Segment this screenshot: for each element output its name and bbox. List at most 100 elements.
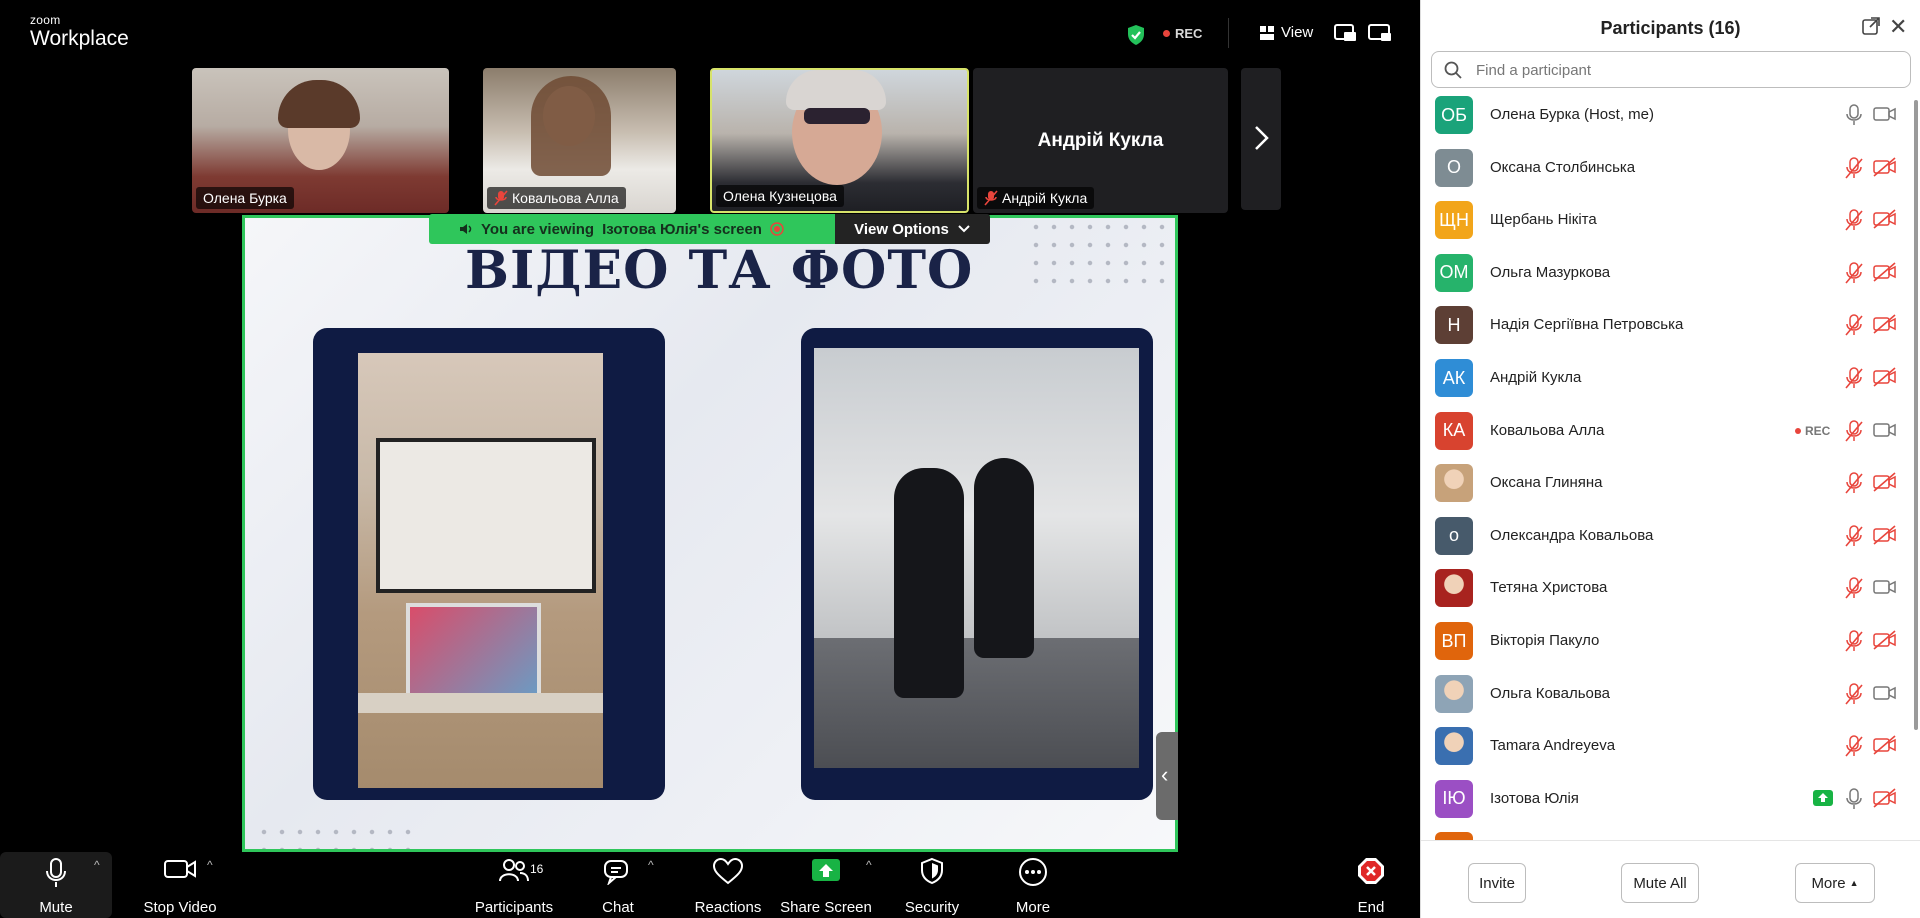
participant-video-status[interactable] bbox=[1873, 525, 1897, 550]
security-label: Security bbox=[904, 899, 960, 916]
fullscreen-icon[interactable] bbox=[1368, 23, 1392, 43]
participant-mic-status[interactable] bbox=[1845, 630, 1863, 657]
more-options-button[interactable]: More ▲ bbox=[1795, 863, 1875, 903]
participant-video-status[interactable] bbox=[1873, 209, 1897, 234]
video-off-icon bbox=[1873, 525, 1896, 545]
mute-all-button[interactable]: Mute All bbox=[1621, 863, 1699, 903]
participant-video-status[interactable] bbox=[1873, 314, 1897, 339]
chat-button[interactable]: Chat bbox=[588, 852, 648, 918]
video-thumbnail-camera-off[interactable]: Андрій Кукла Андрій Кукла bbox=[973, 68, 1228, 213]
security-button[interactable]: Security bbox=[888, 852, 976, 918]
participant-search bbox=[1431, 51, 1911, 88]
share-screen-button[interactable]: Share Screen bbox=[778, 852, 874, 918]
thumbnail-big-name: Андрій Кукла bbox=[1037, 130, 1164, 151]
participant-row[interactable]: Н Надія Сергіївна Петровська bbox=[1421, 302, 1920, 354]
participant-row[interactable]: Ольга Ковальова bbox=[1421, 671, 1920, 723]
participant-video-status[interactable] bbox=[1873, 472, 1897, 497]
participant-video-status[interactable] bbox=[1873, 735, 1897, 760]
participant-mic-status[interactable] bbox=[1845, 735, 1863, 762]
participant-mic-status[interactable] bbox=[1845, 156, 1863, 184]
record-circle-icon bbox=[770, 222, 784, 236]
participant-row[interactable]: ІЮ Ізотова Юлія bbox=[1421, 776, 1920, 828]
participant-mic-status[interactable] bbox=[1845, 419, 1863, 447]
participant-mic-status[interactable] bbox=[1845, 314, 1863, 341]
chat-icon bbox=[604, 860, 628, 885]
participant-row-partial[interactable] bbox=[1421, 828, 1920, 840]
microphone-icon bbox=[1846, 788, 1862, 809]
participant-mic-status[interactable] bbox=[1845, 472, 1863, 499]
collapse-panel-tab[interactable]: ‹ bbox=[1156, 732, 1178, 820]
participant-initials-avatar: о bbox=[1435, 516, 1473, 555]
search-input[interactable] bbox=[1476, 58, 1896, 82]
participant-name: Тетяна Христова bbox=[1490, 579, 1608, 597]
reactions-button[interactable]: Reactions bbox=[680, 852, 776, 918]
participant-mic-status[interactable] bbox=[1845, 262, 1863, 289]
participant-video-status[interactable] bbox=[1873, 577, 1897, 602]
participant-video-status[interactable] bbox=[1873, 788, 1897, 813]
participant-mic-status[interactable] bbox=[1845, 788, 1863, 815]
participant-mic-status[interactable] bbox=[1845, 367, 1863, 394]
participants-list: ОБ Олена Бурка (Host, me) О Оксана Столбинс… bbox=[1421, 92, 1920, 840]
participant-photo-avatar bbox=[1435, 569, 1473, 608]
stop-video-button[interactable]: Stop Video bbox=[124, 852, 236, 918]
participant-row[interactable]: о Олександра Ковальова bbox=[1421, 513, 1920, 565]
video-off-icon bbox=[1873, 262, 1896, 282]
picture-in-picture-icon[interactable] bbox=[1334, 23, 1358, 43]
muted-mic-icon bbox=[1845, 525, 1863, 547]
chat-options-caret[interactable]: ^ bbox=[648, 858, 654, 872]
participant-row[interactable]: Tamara Andreyeva bbox=[1421, 723, 1920, 775]
participant-mic-status[interactable] bbox=[1845, 525, 1863, 552]
participant-mic-status[interactable] bbox=[1845, 104, 1863, 131]
participant-row[interactable]: ОМ Ольга Мазуркова bbox=[1421, 250, 1920, 302]
participant-initials-avatar: ОБ bbox=[1435, 96, 1473, 134]
muted-mic-icon bbox=[1845, 419, 1863, 442]
slide-photo-frame-left bbox=[313, 328, 665, 800]
participant-row[interactable]: ВП Вікторія Пакуло bbox=[1421, 618, 1920, 670]
next-thumbnails-button[interactable] bbox=[1241, 68, 1281, 210]
audio-options-caret[interactable]: ^ bbox=[94, 858, 100, 872]
participant-row[interactable]: О Оксана Столбинська bbox=[1421, 145, 1920, 197]
participant-name: Олександра Ковальова bbox=[1490, 526, 1654, 544]
photo-desk bbox=[358, 693, 603, 713]
pop-out-icon[interactable] bbox=[1861, 16, 1881, 36]
participant-mic-status[interactable] bbox=[1845, 682, 1863, 710]
mute-label: Mute bbox=[39, 899, 73, 916]
participant-video-status[interactable] bbox=[1873, 262, 1897, 287]
participant-row[interactable]: ОБ Олена Бурка (Host, me) bbox=[1421, 92, 1920, 144]
invite-button[interactable]: Invite bbox=[1468, 863, 1526, 903]
share-options-caret[interactable]: ^ bbox=[866, 858, 872, 872]
participant-row[interactable]: Тетяна Христова bbox=[1421, 565, 1920, 617]
video-thumbnail-active-speaker[interactable]: Олена Кузнецова bbox=[710, 68, 969, 213]
participant-video-status[interactable] bbox=[1873, 683, 1897, 708]
video-thumbnail[interactable]: Ковальова Алла bbox=[483, 68, 676, 213]
video-thumbnail[interactable]: Олена Бурка bbox=[192, 68, 449, 213]
close-icon[interactable]: ✕ bbox=[1889, 14, 1907, 40]
encryption-shield-icon[interactable] bbox=[1126, 24, 1146, 46]
participant-row[interactable]: АК Андрій Кукла bbox=[1421, 355, 1920, 407]
participant-video-status[interactable] bbox=[1873, 420, 1897, 445]
grid-view-icon bbox=[1260, 25, 1274, 40]
view-options-button[interactable]: View Options bbox=[835, 214, 990, 244]
scrollbar-thumb[interactable] bbox=[1914, 100, 1918, 730]
participant-row[interactable]: Оксана Глиняна bbox=[1421, 460, 1920, 512]
view-button[interactable]: View bbox=[1260, 24, 1313, 41]
end-meeting-button[interactable]: End bbox=[1346, 852, 1396, 918]
participant-row[interactable]: КА Ковальова Алла REC bbox=[1421, 408, 1920, 460]
participant-mic-status[interactable] bbox=[1845, 209, 1863, 236]
video-off-icon bbox=[1873, 788, 1896, 808]
decorative-dots bbox=[1027, 218, 1167, 288]
participant-video-status[interactable] bbox=[1873, 104, 1897, 129]
participant-row[interactable]: ЩН Щербань Нікіта bbox=[1421, 197, 1920, 249]
more-button[interactable]: More bbox=[1000, 852, 1066, 918]
stop-video-label: Stop Video bbox=[143, 899, 217, 916]
participant-video-status[interactable] bbox=[1873, 367, 1897, 392]
view-label: View bbox=[1281, 24, 1314, 41]
participants-button[interactable]: Participants bbox=[466, 852, 562, 918]
participant-mic-status[interactable] bbox=[1845, 577, 1863, 604]
participant-video-status[interactable] bbox=[1873, 630, 1897, 655]
recording-indicator[interactable]: REC bbox=[1163, 26, 1202, 41]
participant-video-status[interactable] bbox=[1873, 156, 1897, 182]
share-screen-icon bbox=[812, 859, 840, 881]
video-options-caret[interactable]: ^ bbox=[207, 858, 213, 872]
share-screen-label: Share Screen bbox=[780, 899, 872, 916]
